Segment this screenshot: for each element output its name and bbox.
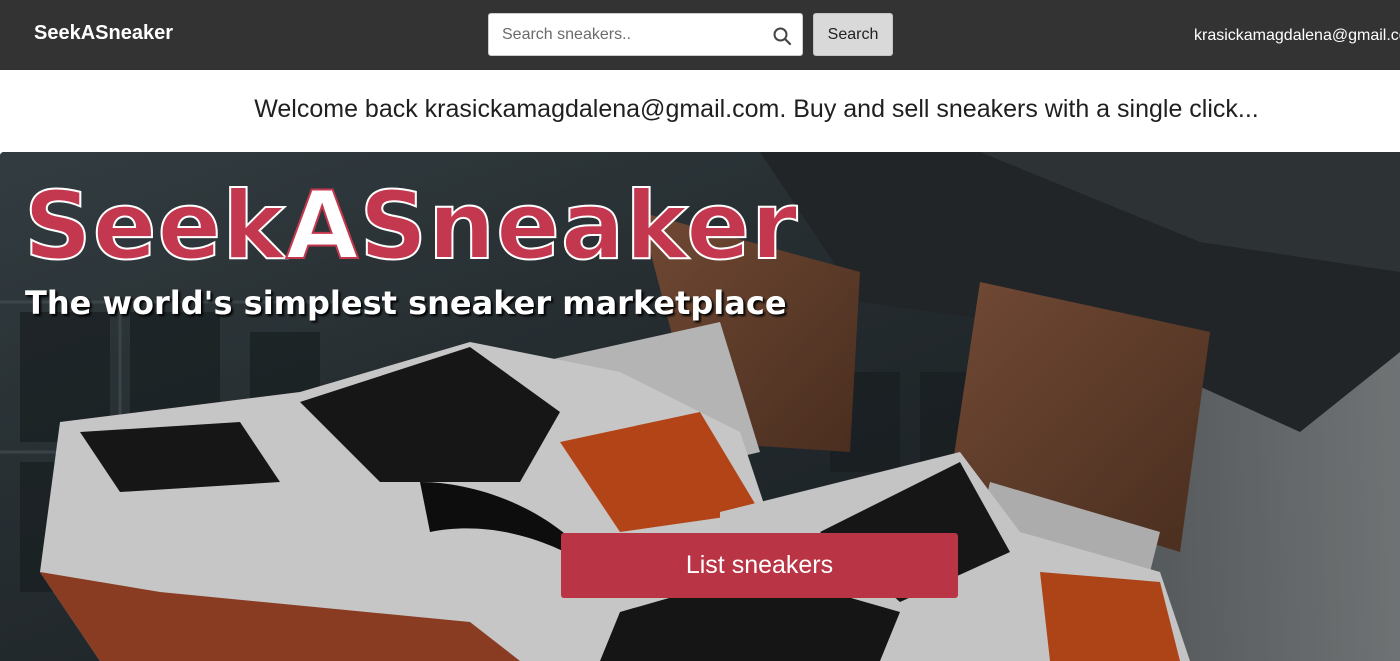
brand-logo-link[interactable]: SeekASneaker (34, 22, 173, 45)
welcome-banner: Welcome back krasickamagdalena@gmail.com… (0, 70, 1400, 152)
hero-title-accent: A (285, 172, 360, 281)
hero-title-part1: Seek (23, 172, 286, 281)
hero-subtitle: The world's simplest sneaker marketplace (25, 284, 787, 322)
hero-title: SeekASneaker (23, 179, 798, 275)
search-button[interactable]: Search (813, 13, 893, 56)
search-input[interactable] (489, 14, 759, 55)
welcome-message: Welcome back krasickamagdalena@gmail.com… (254, 95, 1259, 123)
list-sneakers-button[interactable]: List sneakers (561, 533, 958, 598)
navbar: SeekASneaker Search krasickamagdalena@gm… (0, 0, 1400, 70)
search-box (488, 13, 803, 56)
hero-title-part2: Sneaker (358, 172, 799, 281)
user-account-link[interactable]: krasickamagdalena@gmail.com (1194, 27, 1400, 45)
search-icon[interactable] (772, 26, 792, 46)
hero-section: SeekASneaker The world's simplest sneake… (0, 152, 1400, 661)
